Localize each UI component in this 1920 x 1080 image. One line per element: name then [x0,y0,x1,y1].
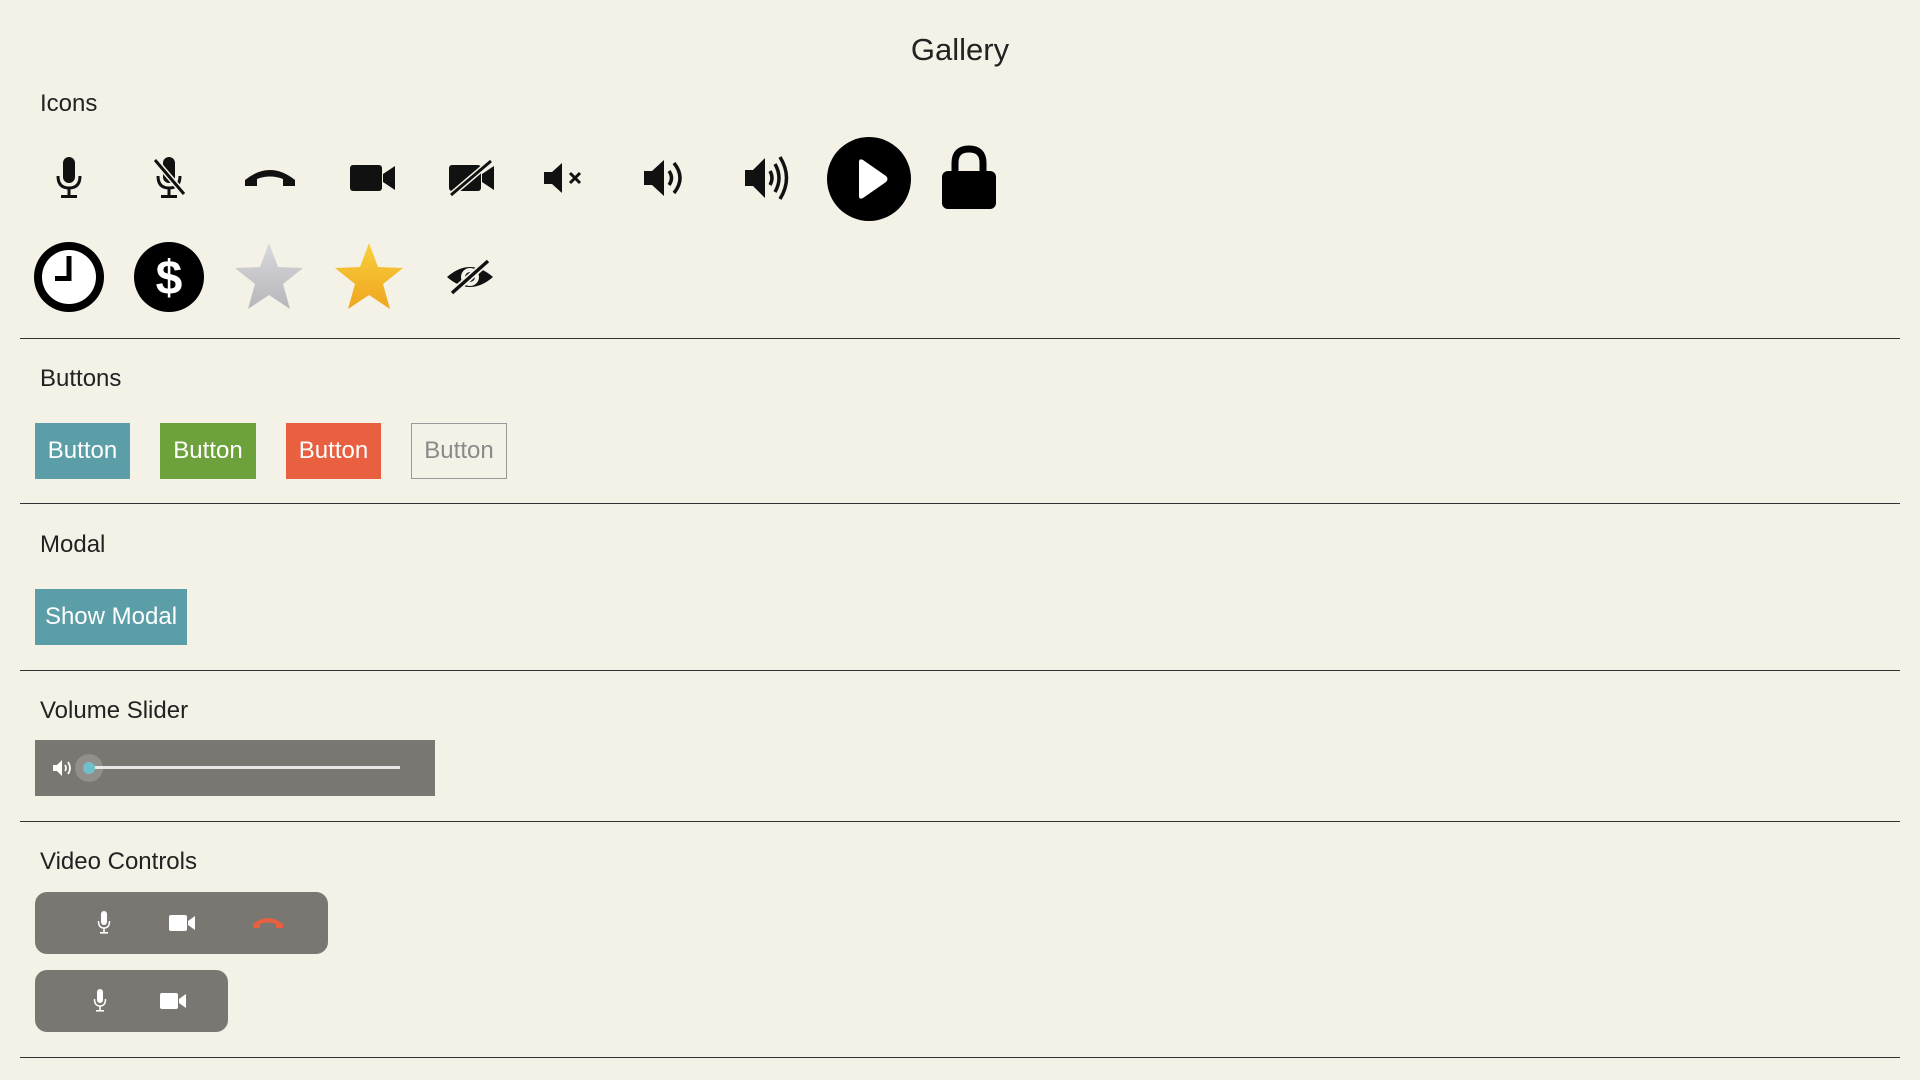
buttons-heading: Buttons [40,365,122,392]
phone-hangup-icon [253,918,283,928]
video-camera-icon [169,915,195,931]
volume-slider[interactable] [35,740,435,796]
microphone-icon [33,142,105,214]
mic-toggle-button[interactable] [79,898,129,948]
video-controls-bar-compact [35,970,228,1032]
page-title: Gallery [910,32,1010,67]
volume-slider-heading: Volume Slider [40,697,189,724]
section-divider [20,670,1900,671]
svg-text:$: $ [156,252,183,305]
dollar-icon: $ [133,241,205,313]
star-filled-icon [333,241,405,313]
section-divider [20,503,1900,504]
clock-icon [33,241,105,313]
modal-heading: Modal [40,531,106,558]
volume-mute-icon [528,142,600,214]
volume-high-icon [733,142,805,214]
eye-off-icon [434,241,506,313]
video-controls-heading: Video Controls [40,848,197,875]
volume-icon [52,758,74,783]
section-divider [20,338,1900,339]
camera-toggle-button[interactable] [157,898,207,948]
phone-hangup-icon [234,142,306,214]
danger-button[interactable]: Button [286,423,381,479]
hangup-button[interactable] [243,898,293,948]
outline-button[interactable]: Button [411,423,507,479]
slider-knob[interactable] [83,762,95,774]
video-camera-off-icon [436,142,508,214]
icons-heading: Icons [40,90,98,117]
microphone-icon [97,911,111,934]
mic-toggle-button[interactable] [75,976,125,1026]
video-camera-icon [160,993,186,1009]
section-divider [20,821,1900,822]
volume-medium-icon [630,142,702,214]
show-modal-button[interactable]: Show Modal [35,589,187,645]
gallery-page: Gallery Icons $ Buttons Button Button Bu… [0,0,1920,1080]
microphone-off-icon [133,142,205,214]
play-icon [824,134,914,224]
video-controls-bar [35,892,328,954]
video-camera-icon [337,142,409,214]
primary-button[interactable]: Button [35,423,130,479]
camera-toggle-button[interactable] [148,976,198,1026]
section-divider [20,1057,1900,1058]
microphone-icon [93,989,107,1012]
star-empty-icon [233,241,305,313]
slider-track[interactable] [91,766,400,769]
lock-icon [933,142,1005,214]
success-button[interactable]: Button [160,423,256,479]
